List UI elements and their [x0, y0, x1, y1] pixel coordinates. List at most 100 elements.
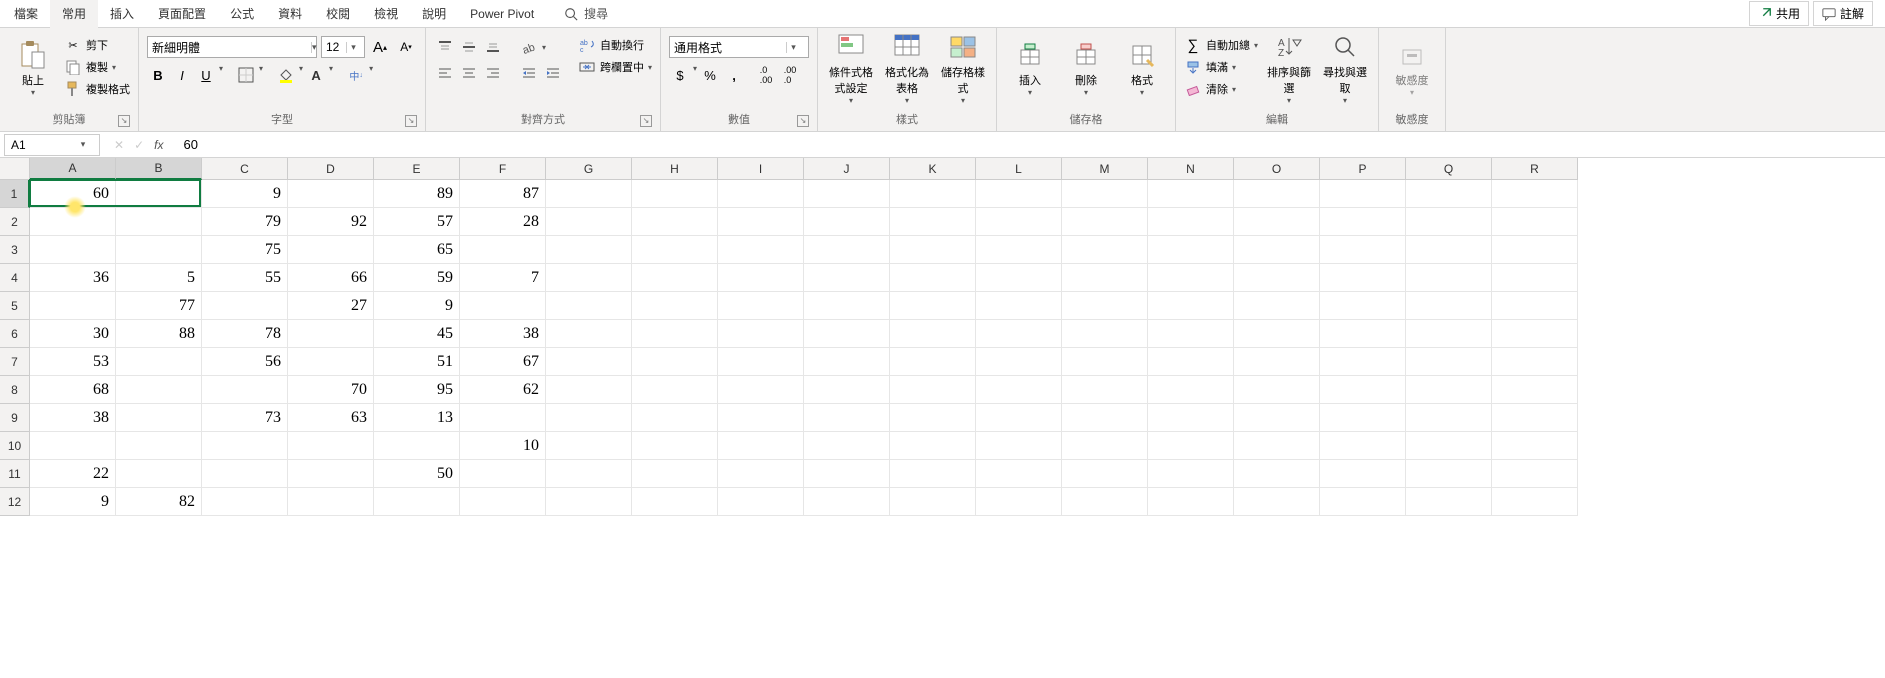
number-format-input[interactable]	[670, 40, 786, 54]
share-button[interactable]: 共用	[1749, 1, 1809, 26]
cell[interactable]	[1234, 292, 1320, 320]
chevron-down-icon[interactable]: ▾	[259, 64, 263, 86]
row-header[interactable]: 2	[0, 208, 30, 236]
column-header[interactable]: L	[976, 158, 1062, 180]
cell[interactable]: 38	[30, 404, 116, 432]
menu-tab-file[interactable]: 檔案	[2, 0, 50, 28]
cell[interactable]	[804, 488, 890, 516]
cell[interactable]: 27	[288, 292, 374, 320]
cell[interactable]	[202, 488, 288, 516]
bold-button[interactable]: B	[147, 64, 169, 86]
cell[interactable]	[1234, 376, 1320, 404]
cell[interactable]	[1320, 376, 1406, 404]
cell[interactable]: 5	[116, 264, 202, 292]
cell[interactable]	[1148, 432, 1234, 460]
cell[interactable]	[288, 432, 374, 460]
cell[interactable]	[632, 348, 718, 376]
cell[interactable]	[1406, 320, 1492, 348]
cell[interactable]	[202, 376, 288, 404]
menu-tab-data[interactable]: 資料	[266, 0, 314, 28]
cell[interactable]: 62	[460, 376, 546, 404]
format-cells-button[interactable]: 格式▾	[1117, 32, 1167, 106]
cell[interactable]	[1406, 376, 1492, 404]
cell[interactable]	[718, 432, 804, 460]
cell[interactable]	[546, 320, 632, 348]
cell[interactable]	[1062, 180, 1148, 208]
cell[interactable]	[804, 348, 890, 376]
autosum-button[interactable]: ∑自動加總 ▾	[1184, 36, 1258, 54]
cell[interactable]	[890, 376, 976, 404]
cell[interactable]	[460, 236, 546, 264]
cell[interactable]: 95	[374, 376, 460, 404]
cell[interactable]: 59	[374, 264, 460, 292]
cell[interactable]	[288, 488, 374, 516]
chevron-down-icon[interactable]: ▾	[299, 64, 303, 86]
number-format-combo[interactable]: ▾	[669, 36, 809, 58]
row-header[interactable]: 6	[0, 320, 30, 348]
cell[interactable]	[546, 432, 632, 460]
cell[interactable]	[804, 376, 890, 404]
cell[interactable]	[1320, 348, 1406, 376]
cell[interactable]	[288, 348, 374, 376]
cell[interactable]: 51	[374, 348, 460, 376]
cell[interactable]	[1234, 264, 1320, 292]
cell[interactable]: 89	[374, 180, 460, 208]
chevron-down-icon[interactable]: ▾	[346, 42, 360, 53]
cell[interactable]	[546, 488, 632, 516]
cell[interactable]	[632, 432, 718, 460]
cell[interactable]	[546, 404, 632, 432]
cell[interactable]	[1406, 348, 1492, 376]
cell[interactable]: 7	[460, 264, 546, 292]
cell[interactable]	[202, 292, 288, 320]
cell[interactable]	[1148, 488, 1234, 516]
cell[interactable]	[1320, 404, 1406, 432]
cell[interactable]	[1148, 460, 1234, 488]
cell[interactable]	[890, 488, 976, 516]
cell[interactable]	[116, 236, 202, 264]
decrease-indent-button[interactable]	[518, 62, 540, 84]
cell[interactable]	[1148, 236, 1234, 264]
cell[interactable]	[632, 264, 718, 292]
cell[interactable]	[1148, 348, 1234, 376]
cell[interactable]	[718, 180, 804, 208]
cell[interactable]	[976, 264, 1062, 292]
menu-tab-layout[interactable]: 頁面配置	[146, 0, 218, 28]
row-header[interactable]: 8	[0, 376, 30, 404]
dialog-launcher-icon[interactable]: ↘	[797, 115, 809, 127]
cell[interactable]	[116, 180, 202, 208]
cell[interactable]	[288, 320, 374, 348]
cell[interactable]	[1234, 460, 1320, 488]
name-box[interactable]: ▾	[4, 134, 100, 156]
cell[interactable]	[976, 320, 1062, 348]
sensitivity-button[interactable]: 敏感度▾	[1387, 32, 1437, 106]
cell[interactable]	[1062, 208, 1148, 236]
cell[interactable]	[1234, 348, 1320, 376]
cell[interactable]	[460, 460, 546, 488]
align-middle-button[interactable]	[458, 36, 480, 58]
cell[interactable]	[718, 264, 804, 292]
cell[interactable]	[976, 292, 1062, 320]
cell[interactable]	[288, 460, 374, 488]
cell[interactable]	[1148, 376, 1234, 404]
cell[interactable]	[632, 236, 718, 264]
cell[interactable]	[1062, 460, 1148, 488]
cell[interactable]	[718, 488, 804, 516]
cell[interactable]	[30, 432, 116, 460]
cell[interactable]	[1492, 432, 1578, 460]
cell[interactable]	[632, 320, 718, 348]
format-painter-button[interactable]: 複製格式	[64, 80, 130, 98]
column-header[interactable]: E	[374, 158, 460, 180]
cell[interactable]	[1234, 404, 1320, 432]
cell[interactable]	[1320, 208, 1406, 236]
column-header[interactable]: D	[288, 158, 374, 180]
cell[interactable]	[116, 348, 202, 376]
cell[interactable]	[546, 180, 632, 208]
cell[interactable]	[116, 460, 202, 488]
cell[interactable]	[976, 180, 1062, 208]
cell[interactable]	[632, 180, 718, 208]
delete-cells-button[interactable]: 刪除▾	[1061, 32, 1111, 106]
cell[interactable]	[288, 180, 374, 208]
cell[interactable]	[1320, 320, 1406, 348]
cell[interactable]	[1320, 292, 1406, 320]
fill-button[interactable]: 填滿 ▾	[1184, 58, 1258, 76]
